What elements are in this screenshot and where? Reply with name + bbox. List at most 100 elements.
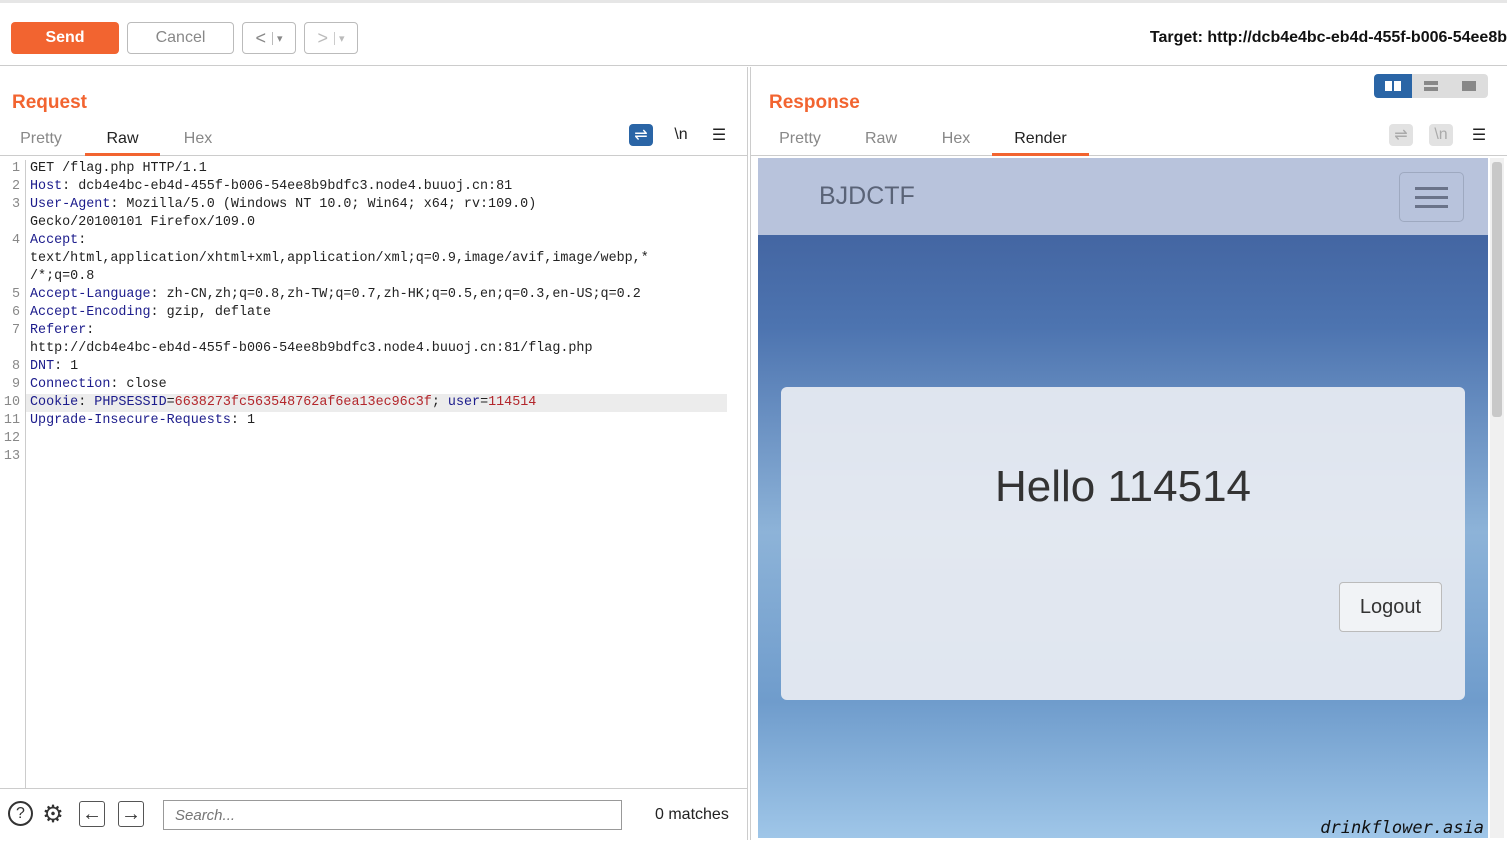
header-name: Host — [30, 179, 63, 194]
code-line: http://dcb4e4bc-eb4d-455f-b006-54ee8b9bd… — [0, 340, 748, 358]
code-line: 9 Connection: close — [0, 376, 748, 394]
line-text: Referer: — [30, 322, 94, 340]
gear-icon[interactable]: ⚙ — [40, 801, 66, 828]
next-match-button[interactable]: → — [118, 801, 144, 827]
header-value: GET /flag.php HTTP/1.1 — [30, 161, 207, 176]
line-number: 5 — [11, 287, 20, 302]
header-value: 6638273fc563548762af6ea13ec96c3f — [174, 395, 432, 410]
toolbar: Send Cancel < ▾ > ▾ Target: http://dcb4e4b… — [0, 0, 1507, 66]
line-number: 3 — [11, 197, 20, 212]
layout-toggle — [1374, 74, 1488, 98]
header-value: : close — [110, 377, 167, 392]
tab-hex[interactable]: Hex — [934, 127, 978, 156]
logout-button[interactable]: Logout — [1339, 582, 1442, 632]
layout-single-icon[interactable] — [1450, 74, 1488, 98]
tab-hex[interactable]: Hex — [170, 127, 226, 156]
code-line: 6 Accept-Encoding: gzip, deflate — [0, 304, 748, 322]
line-text: http://dcb4e4bc-eb4d-455f-b006-54ee8b9bd… — [30, 340, 593, 358]
code-line: 11 Upgrade-Insecure-Requests: 1 — [0, 412, 748, 430]
layout-side-by-side-icon[interactable] — [1374, 74, 1412, 98]
line-text: DNT: 1 — [30, 358, 78, 376]
line-number: 8 — [11, 359, 20, 374]
header-name: Accept-Encoding — [30, 305, 151, 320]
header-value: : — [78, 395, 95, 410]
watermark: drinkflower.asia — [1320, 818, 1484, 838]
request-title: Request — [12, 92, 87, 113]
send-button[interactable]: Send — [11, 22, 119, 54]
help-icon[interactable]: ? — [8, 801, 33, 826]
response-title: Response — [769, 92, 860, 113]
line-number: 9 — [11, 377, 20, 392]
header-name: DNT — [30, 359, 55, 374]
line-text: Accept-Language: zh-CN,zh;q=0.8,zh-TW;q=… — [30, 286, 641, 304]
line-number: 10 — [3, 395, 20, 410]
line-number: 2 — [11, 179, 20, 194]
line-number: 12 — [3, 431, 20, 446]
request-editor[interactable]: 1 GET /flag.php HTTP/1.1 2 Host: dcb4e4bc-e… — [0, 160, 748, 788]
header-name: Connection — [30, 377, 111, 392]
search-input[interactable] — [163, 800, 622, 830]
render-scrollbar[interactable] — [1490, 158, 1504, 838]
target-url[interactable]: Target: http://dcb4e4bc-eb4d-455f-b006-5… — [1150, 29, 1507, 47]
code-line: 1 GET /flag.php HTTP/1.1 — [0, 160, 748, 178]
menu-icon[interactable]: ☰ — [1467, 124, 1491, 146]
header-value: /*;q=0.8 — [30, 269, 95, 284]
code-line: 3 User-Agent: Mozilla/5.0 (Windows NT 10.… — [0, 196, 748, 214]
header-value: : Mozilla/5.0 (Windows NT 10.0; Win64; x… — [110, 197, 537, 212]
tab-render[interactable]: Render — [992, 127, 1089, 156]
code-line: 5 Accept-Language: zh-CN,zh;q=0.8,zh-TW;q… — [0, 286, 748, 304]
code-line: 13 — [0, 448, 748, 466]
dropdown-icon[interactable]: ▾ — [271, 31, 283, 45]
header-value: : — [86, 323, 95, 338]
newline-toggle[interactable]: \n — [669, 124, 693, 146]
menu-icon[interactable]: ☰ — [707, 124, 731, 146]
render-view: BJDCTF Hello 114514 Logout drinkflower.a… — [758, 158, 1488, 838]
layout-stacked-icon[interactable] — [1412, 74, 1450, 98]
header-name: Accept-Language — [30, 287, 151, 302]
welcome-card: Hello 114514 Logout — [781, 387, 1465, 700]
line-number: 4 — [11, 233, 20, 248]
response-pane: Response Pretty Raw Hex Render ⇌ \n ☰ BJ… — [750, 67, 1507, 840]
back-button[interactable]: < ▾ — [242, 22, 296, 54]
line-text: GET /flag.php HTTP/1.1 — [30, 160, 207, 178]
line-text: Gecko/20100101 Firefox/109.0 — [30, 214, 255, 232]
header-name: User-Agent — [30, 197, 111, 212]
site-navbar: BJDCTF — [758, 158, 1488, 235]
header-value: ; — [431, 395, 448, 410]
line-text: Connection: close — [30, 376, 167, 394]
code-line: text/html,application/xhtml+xml,applicat… — [0, 250, 748, 268]
header-value: : 1 — [54, 359, 79, 374]
header-name: PHPSESSID — [94, 395, 167, 410]
code-line: 4 Accept: — [0, 232, 748, 250]
tab-pretty[interactable]: Pretty — [771, 127, 829, 156]
cancel-button[interactable]: Cancel — [127, 22, 234, 54]
match-count: 0 matches — [655, 806, 729, 823]
chevron-left-icon: < — [255, 27, 266, 48]
header-name: Cookie — [30, 395, 79, 410]
code-line: 10 Cookie: PHPSESSID=6638273fc563548762af… — [0, 394, 748, 412]
newline-toggle[interactable]: \n — [1429, 124, 1453, 146]
line-text: Upgrade-Insecure-Requests: 1 — [30, 412, 255, 430]
tab-raw[interactable]: Raw — [859, 127, 903, 156]
header-value: http://dcb4e4bc-eb4d-455f-b006-54ee8b9bd… — [30, 341, 593, 356]
hamburger-menu-icon[interactable] — [1399, 172, 1464, 222]
wrap-icon[interactable]: ⇌ — [1389, 124, 1413, 146]
line-number: 13 — [3, 449, 20, 464]
line-text: Cookie: PHPSESSID=6638273fc563548762af6e… — [30, 394, 536, 412]
search-bar: ? ⚙ ← → 0 matches — [0, 788, 748, 840]
dropdown-icon[interactable]: ▾ — [333, 31, 345, 45]
header-value: text/html,application/xhtml+xml,applicat… — [30, 251, 649, 266]
forward-button[interactable]: > ▾ — [304, 22, 358, 54]
previous-match-button[interactable]: ← — [79, 801, 105, 827]
line-text: text/html,application/xhtml+xml,applicat… — [30, 250, 649, 268]
site-brand[interactable]: BJDCTF — [819, 182, 915, 211]
header-name: Referer — [30, 323, 87, 338]
header-value: 114514 — [488, 395, 537, 410]
line-text: Host: dcb4e4bc-eb4d-455f-b006-54ee8b9bdf… — [30, 178, 512, 196]
tab-raw[interactable]: Raw — [85, 127, 160, 156]
tab-pretty[interactable]: Pretty — [8, 127, 74, 156]
header-value: : gzip, deflate — [150, 305, 272, 320]
line-text: /*;q=0.8 — [30, 268, 94, 286]
line-number: 11 — [3, 413, 20, 428]
wrap-icon[interactable]: ⇌ — [629, 124, 653, 146]
